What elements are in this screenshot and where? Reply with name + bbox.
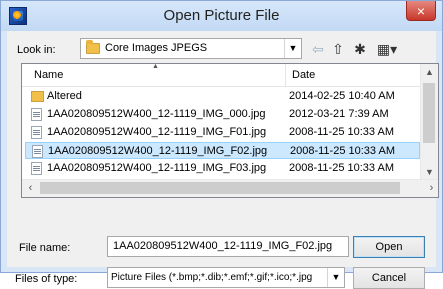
item-name: 1AA020809512W400_12-1119_IMG_F02.jpg xyxy=(48,145,268,157)
item-date: 2014-02-25 10:40 AM xyxy=(289,90,395,102)
file-name-input[interactable]: 1AA020809512W400_12-1119_IMG_F02.jpg xyxy=(107,236,349,257)
vertical-scroll-thumb[interactable] xyxy=(423,83,435,143)
list-item[interactable]: 1AA020809512W400_12-1119_IMG_F03.jpg 200… xyxy=(25,160,420,177)
horizontal-scroll-thumb[interactable] xyxy=(40,182,400,194)
file-type-value: Picture Files (*.bmp;*.dib;*.emf;*.gif;*… xyxy=(111,272,313,283)
image-file-icon xyxy=(32,145,43,158)
item-date: 2012-03-21 7:39 AM xyxy=(289,108,389,120)
open-button[interactable]: Open xyxy=(353,236,425,258)
sort-ascending-icon: ▲ xyxy=(152,63,159,70)
list-item[interactable]: 1AA020809512W400_12-1119_IMG_000.jpg 201… xyxy=(25,106,420,123)
list-item[interactable]: Altered 2014-02-25 10:40 AM xyxy=(25,88,420,105)
horizontal-scrollbar[interactable]: ‹ › xyxy=(22,179,438,197)
new-folder-icon[interactable]: ✱ xyxy=(351,39,369,59)
item-name: 1AA020809512W400_12-1119_IMG_F03.jpg xyxy=(47,162,267,174)
item-name: Altered xyxy=(47,90,82,102)
file-name-label: File name: xyxy=(19,242,71,254)
scroll-up-arrow-icon[interactable]: ▲ xyxy=(421,64,438,81)
file-list[interactable]: ▲ Name Date Altered 2014-02-25 10:40 AM … xyxy=(21,63,439,198)
open-picture-dialog: Open Picture File × Look in: Core Images… xyxy=(0,0,443,289)
chevron-down-icon[interactable]: ▼ xyxy=(284,39,301,58)
close-button[interactable]: × xyxy=(406,1,436,21)
folder-icon xyxy=(31,91,44,102)
item-date: 2008-11-25 10:33 AM xyxy=(290,145,395,157)
folder-icon xyxy=(86,40,100,54)
dialog-title: Open Picture File xyxy=(163,7,280,24)
vertical-scrollbar[interactable]: ▲ ▼ xyxy=(420,64,438,181)
scroll-right-arrow-icon[interactable]: › xyxy=(423,180,438,197)
scroll-left-arrow-icon[interactable]: ‹ xyxy=(22,180,39,197)
look-in-label: Look in: xyxy=(17,44,56,56)
cancel-button[interactable]: Cancel xyxy=(353,267,425,289)
item-date: 2008-11-25 10:33 AM xyxy=(289,162,394,174)
column-divider[interactable] xyxy=(285,64,286,86)
chevron-down-icon[interactable]: ▼ xyxy=(327,268,344,287)
item-date: 2008-11-25 10:33 AM xyxy=(289,126,394,138)
look-in-dropdown[interactable]: Core Images JPEGS ▼ xyxy=(80,38,302,59)
item-name: 1AA020809512W400_12-1119_IMG_F01.jpg xyxy=(47,126,267,138)
column-header-name[interactable]: Name xyxy=(34,69,63,81)
item-name: 1AA020809512W400_12-1119_IMG_000.jpg xyxy=(47,108,266,120)
up-folder-icon[interactable]: ⇧ xyxy=(329,39,347,59)
image-file-icon xyxy=(31,162,42,175)
file-type-label: Files of type: xyxy=(15,273,78,285)
image-file-icon xyxy=(31,108,42,121)
title-bar: Open Picture File × xyxy=(1,1,442,31)
back-arrow-icon[interactable]: ⇦ xyxy=(309,39,327,59)
list-item[interactable]: 1AA020809512W400_12-1119_IMG_F01.jpg 200… xyxy=(25,124,420,141)
image-file-icon xyxy=(31,126,42,139)
list-item-selected[interactable]: 1AA020809512W400_12-1119_IMG_F02.jpg 200… xyxy=(25,142,420,159)
view-menu-icon[interactable]: ▦▾ xyxy=(373,39,401,59)
look-in-value: Core Images JPEGS xyxy=(105,42,208,54)
list-header: ▲ Name Date xyxy=(22,64,422,87)
column-header-date[interactable]: Date xyxy=(292,69,315,81)
file-type-dropdown[interactable]: Picture Files (*.bmp;*.dib;*.emf;*.gif;*… xyxy=(107,267,345,288)
